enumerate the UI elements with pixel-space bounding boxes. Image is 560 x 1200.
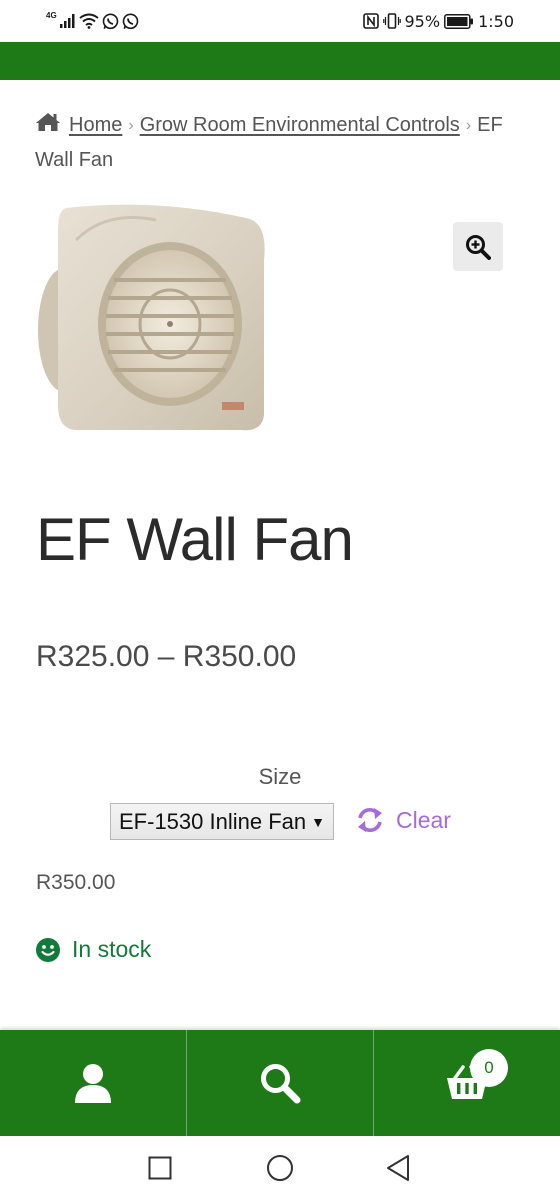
battery-icon (444, 13, 474, 29)
status-icons-right: 95% 1:50 (362, 10, 514, 32)
size-select[interactable]: EF-1530 Inline Fan ▼ (110, 803, 334, 840)
cart-button[interactable]: 0 (373, 1030, 560, 1136)
variant-price: R350.00 (36, 871, 116, 894)
back-button[interactable] (380, 1150, 416, 1186)
price-range: R325.00 – R350.00 (36, 640, 297, 673)
account-icon (75, 1064, 111, 1103)
refresh-icon (358, 808, 382, 832)
circle-icon (267, 1155, 293, 1181)
search-button[interactable] (186, 1030, 373, 1136)
product-image[interactable] (36, 200, 266, 433)
vibrate-icon (382, 13, 401, 29)
chevron-down-icon: ▼ (311, 813, 325, 830)
whatsapp-icon (102, 13, 118, 29)
signal-icon (59, 14, 75, 28)
stock-label: In stock (72, 936, 152, 962)
stock-status: In stock (36, 936, 151, 963)
status-icons-left: 4G (46, 10, 139, 32)
breadcrumb-home-link[interactable]: Home (69, 114, 122, 136)
zoom-button[interactable] (453, 222, 503, 271)
size-select-value: EF-1530 Inline Fan (119, 808, 307, 834)
square-icon (148, 1156, 172, 1180)
wifi-icon (79, 13, 99, 29)
clock: 1:50 (478, 11, 514, 31)
clear-label: Clear (396, 806, 451, 833)
network-type: 4G (46, 11, 57, 20)
breadcrumb-separator: › (128, 117, 134, 134)
status-bar: 4G 95% 1:50 (0, 0, 560, 42)
account-button[interactable] (0, 1030, 186, 1136)
nfc-icon (362, 13, 379, 29)
system-nav-bar (0, 1136, 560, 1200)
breadcrumb: Home › Grow Room Environmental Controls › EF… (35, 108, 535, 178)
bottom-nav: 0 (0, 1030, 560, 1136)
home-button[interactable] (262, 1150, 298, 1186)
breadcrumb-category-link[interactable]: Grow Room Environmental Controls (140, 114, 460, 136)
home-icon[interactable] (35, 112, 61, 132)
zoom-in-icon (466, 234, 491, 260)
recents-button[interactable] (142, 1150, 178, 1186)
smile-icon (36, 937, 60, 962)
product-title: EF Wall Fan (36, 506, 354, 573)
triangle-back-icon (387, 1155, 409, 1181)
whatsapp-icon (122, 13, 138, 29)
breadcrumb-separator: › (465, 117, 472, 134)
site-header (0, 42, 560, 80)
clear-selection-button[interactable]: Clear (356, 803, 451, 837)
search-icon (261, 1064, 301, 1104)
size-label: Size (258, 764, 302, 789)
battery-percent: 95% (404, 11, 441, 31)
cart-count-badge: 0 (470, 1049, 508, 1087)
